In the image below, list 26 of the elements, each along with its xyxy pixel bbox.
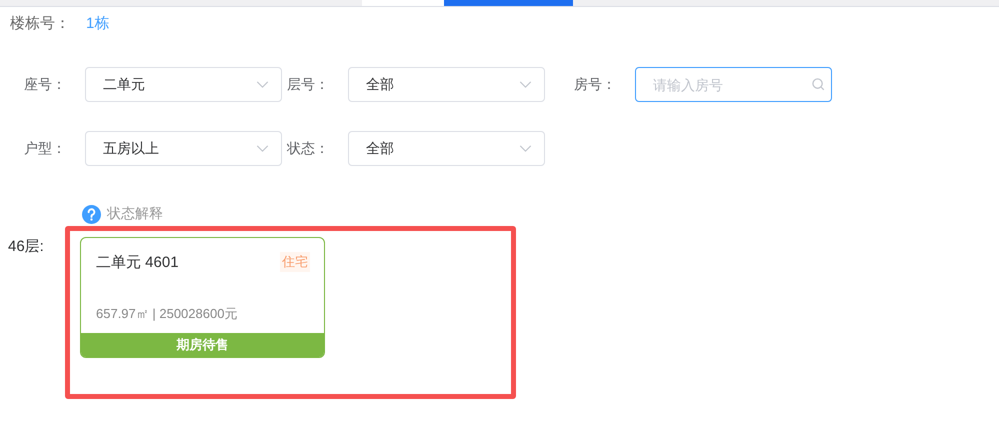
chevron-down-icon xyxy=(519,81,532,88)
select-field[interactable]: 全部 xyxy=(348,67,545,102)
unit-info: 657.97㎡ | 250028600元 xyxy=(95,305,238,323)
field-label: 房号： xyxy=(573,76,617,94)
select-field[interactable]: 二单元 xyxy=(85,67,282,102)
search-field[interactable]: 请输入房号 xyxy=(635,67,832,102)
field-label: 层号： xyxy=(286,76,330,94)
select-field[interactable]: 全部 xyxy=(348,131,545,166)
building-value: 1栋 xyxy=(86,14,110,32)
field-label: 楼栋号： xyxy=(10,14,71,32)
field-label: 状态： xyxy=(286,140,330,158)
status-bar: 期房待售 xyxy=(81,333,324,357)
floor-label: 46层: xyxy=(7,237,45,257)
unit-card[interactable]: 二单元 4601 住宅 657.97㎡ | 250028600元 期房待售 xyxy=(80,237,325,358)
tab[interactable] xyxy=(444,0,573,6)
chevron-down-icon xyxy=(256,145,269,152)
unit-title: 二单元 4601 xyxy=(96,252,179,272)
tab[interactable] xyxy=(362,0,444,6)
field-label: 座号： xyxy=(23,76,67,94)
field-label: 户型： xyxy=(23,140,67,158)
type-tag: 住宅 xyxy=(280,252,310,272)
chevron-down-icon xyxy=(256,81,269,88)
chevron-down-icon xyxy=(519,145,532,152)
help-icon[interactable] xyxy=(82,204,101,224)
select-field[interactable]: 五房以上 xyxy=(85,131,282,166)
search-icon xyxy=(812,78,825,91)
